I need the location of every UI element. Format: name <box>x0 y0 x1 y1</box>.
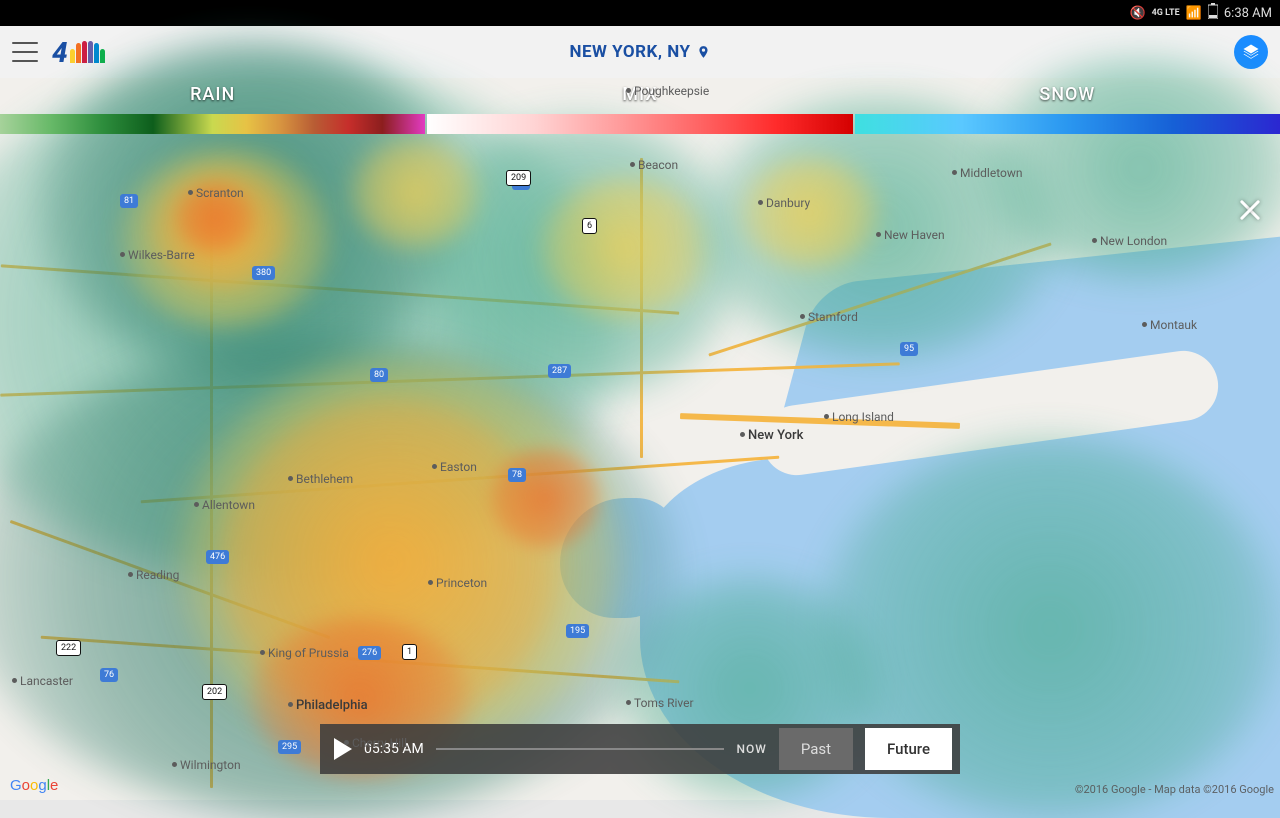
us-route-shield: 209 <box>506 170 531 186</box>
city-label: Reading <box>136 568 179 582</box>
legend-rain: RAIN <box>0 78 425 148</box>
city-label: Easton <box>440 460 477 474</box>
location-pin-icon <box>697 43 711 61</box>
city-label: Stamford <box>808 310 858 324</box>
us-route-shield: 222 <box>56 640 81 656</box>
now-label: NOW <box>736 742 766 756</box>
city-label: Princeton <box>436 576 487 590</box>
legend-rain-label: RAIN <box>190 84 235 105</box>
interstate-shield: 295 <box>278 740 301 754</box>
city-label: New York <box>748 428 803 443</box>
highway <box>1 264 680 314</box>
signal-icon: 📶 <box>1186 6 1202 21</box>
city-label: Philadelphia <box>296 698 368 713</box>
peacock-icon <box>70 41 105 63</box>
playback-track[interactable] <box>436 748 725 750</box>
interstate-shield: 476 <box>206 550 229 564</box>
city-label: Long Island <box>832 410 894 424</box>
radar-blob <box>740 158 880 268</box>
us-route-shield: 6 <box>582 218 597 234</box>
interstate-shield: 276 <box>358 646 381 660</box>
radar-map[interactable]: RAIN MIX SNOW 05:35 AM NOW Past Future G… <box>0 78 1280 800</box>
highway <box>0 362 900 396</box>
city-label: Wilkes-Barre <box>128 248 195 262</box>
radar-blob <box>180 358 620 758</box>
city-label: Montauk <box>1150 318 1197 332</box>
legend-snow: SNOW <box>855 78 1280 148</box>
water-body <box>560 498 680 618</box>
location-selector[interactable]: NEW YORK, NY <box>569 42 710 62</box>
status-time: 6:38 AM <box>1224 6 1272 21</box>
highway <box>640 158 643 458</box>
status-bar: 🔇 4G LTE 📶 6:38 AM <box>0 0 1280 26</box>
interstate-shield: 95 <box>900 342 918 356</box>
past-button[interactable]: Past <box>779 728 853 770</box>
map-copyright: ©2016 Google - Map data ©2016 Google <box>1075 783 1274 796</box>
city-label: Wilmington <box>180 758 241 772</box>
google-watermark: Google <box>10 777 58 794</box>
radar-blob <box>540 178 710 318</box>
interstate-shield: 78 <box>508 468 526 482</box>
radar-blob <box>350 138 480 248</box>
menu-icon[interactable] <box>12 42 38 62</box>
radar-blob <box>220 398 560 728</box>
city-label: Lancaster <box>20 674 73 688</box>
interstate-shield: 380 <box>252 266 275 280</box>
city-label: Scranton <box>196 186 244 200</box>
interstate-shield: 195 <box>566 624 589 638</box>
interstate-shield: 287 <box>548 364 571 378</box>
radar-blob <box>420 118 740 398</box>
station-logo[interactable]: 4 <box>52 36 105 69</box>
future-button[interactable]: Future <box>865 728 952 770</box>
city-label: Middletown <box>960 166 1023 180</box>
close-icon[interactable] <box>1236 196 1264 224</box>
battery-icon <box>1208 3 1218 23</box>
mute-icon: 🔇 <box>1129 6 1145 21</box>
mix-gradient <box>427 114 852 134</box>
city-label: Bethlehem <box>296 472 353 486</box>
network-icon: 4G LTE <box>1152 8 1180 18</box>
city-label: Danbury <box>766 196 810 210</box>
interstate-shield: 80 <box>370 368 388 382</box>
layers-icon <box>1242 43 1260 61</box>
us-route-shield: 202 <box>202 684 227 700</box>
city-label: Allentown <box>202 498 255 512</box>
channel-number: 4 <box>52 36 68 69</box>
interstate-shield: 76 <box>100 668 118 682</box>
city-label: Cherry Hill <box>352 736 407 750</box>
layers-button[interactable] <box>1234 35 1268 69</box>
city-label: Toms River <box>634 696 694 710</box>
city-label: King of Prussia <box>268 646 349 660</box>
playback-bar: 05:35 AM NOW Past Future <box>320 724 960 774</box>
us-route-shield: 1 <box>402 644 417 660</box>
interstate-shield: 81 <box>120 194 138 208</box>
location-text: NEW YORK, NY <box>569 42 690 62</box>
rain-gradient <box>0 114 425 134</box>
radar-blob <box>120 148 330 328</box>
city-label: Poughkeepsie <box>634 84 709 98</box>
city-label: New Haven <box>884 228 945 242</box>
play-button[interactable] <box>334 738 352 760</box>
city-label: Beacon <box>638 158 678 172</box>
app-header: 4 NEW YORK, NY <box>0 26 1280 78</box>
legend-snow-label: SNOW <box>1039 84 1095 105</box>
map-base <box>0 78 1280 800</box>
city-label: New London <box>1100 234 1167 248</box>
snow-gradient <box>855 114 1280 134</box>
